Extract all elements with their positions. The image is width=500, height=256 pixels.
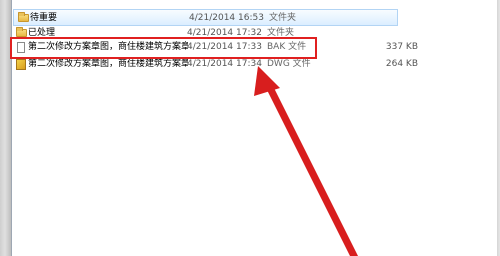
file-date: 4/21/2014 17:34 (187, 59, 262, 69)
file-type: BAK 文件 (267, 42, 307, 52)
file-date: 4/21/2014 17:33 (187, 42, 262, 52)
folder-icon (16, 27, 27, 37)
dwg-file-icon (16, 59, 26, 70)
file-size: 337 KB (385, 42, 418, 52)
file-size: 264 KB (385, 59, 418, 69)
folder-icon (18, 12, 29, 22)
file-icon (17, 42, 25, 53)
window-left-border (0, 0, 11, 256)
file-name: 第二次修改方案章图，商住楼建筑方案章 (28, 42, 188, 52)
file-name: 第二次修改方案章图，商住楼建筑方案章 (28, 59, 188, 69)
file-list-panel: 待重要 4/21/2014 16:53 文件夹 已处理 4/21/2014 17… (11, 0, 497, 256)
file-row-bak[interactable]: 第二次修改方案章图，商住楼建筑方案章 4/21/2014 17:33 BAK 文… (12, 39, 497, 56)
file-row-dwg[interactable]: 第二次修改方案章图，商住楼建筑方案章 4/21/2014 17:34 DWG 文… (12, 56, 497, 73)
file-type: DWG 文件 (267, 59, 311, 69)
file-row-folder-1[interactable]: 待重要 4/21/2014 16:53 文件夹 (13, 9, 398, 26)
